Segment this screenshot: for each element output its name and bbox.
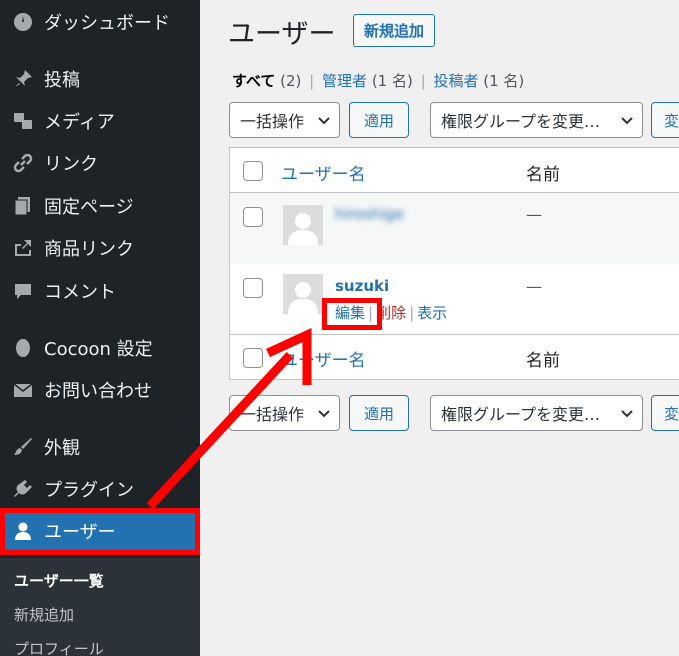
sidebar-item-label: コメント	[44, 282, 116, 303]
share-icon	[12, 237, 34, 259]
media-icon	[12, 110, 34, 132]
sidebar-item-media[interactable]: メディア	[0, 101, 200, 141]
sidebar-item-posts[interactable]: 投稿	[0, 59, 200, 99]
avatar	[283, 274, 323, 314]
chevron-down-icon	[621, 117, 633, 125]
page-title: ユーザー	[228, 19, 336, 50]
bulk-action-label: 一括操作	[240, 112, 305, 131]
admin-sidebar: ダッシュボード 投稿 メディア リンク 固定ページ 商品リンク コメント Coc…	[0, 0, 200, 656]
users-submenu: ユーザー一覧 新規追加 プロフィール	[0, 558, 200, 656]
sidebar-item-label: リンク	[44, 154, 98, 175]
apply-button-top[interactable]: 適用	[349, 102, 409, 138]
pin-icon	[12, 68, 34, 90]
sidebar-item-label: メディア	[44, 112, 115, 133]
brush-icon	[12, 436, 34, 458]
filter-all-count: (2)	[280, 72, 302, 90]
sidebar-item-pages[interactable]: 固定ページ	[0, 186, 200, 226]
row-checkbox[interactable]	[243, 278, 263, 298]
sidebar-item-product-links[interactable]: 商品リンク	[0, 228, 200, 268]
column-name-footer: 名前	[526, 351, 560, 371]
sidebar-item-label: 外観	[44, 438, 80, 459]
action-separator: |	[409, 304, 415, 322]
chevron-down-icon	[621, 410, 633, 418]
sidebar-item-cocoon-settings[interactable]: Cocoon 設定	[0, 328, 200, 368]
sidebar-item-contact[interactable]: お問い合わせ	[0, 370, 200, 410]
bulk-action-select-bottom[interactable]: 一括操作	[229, 395, 340, 431]
column-name-header: 名前	[526, 165, 560, 185]
name-cell: —	[526, 205, 542, 224]
link-icon	[12, 152, 34, 174]
table-row: suzuki 編集 | 削除 | 表示 —	[230, 264, 679, 335]
sidebar-item-label: プラグイン	[44, 480, 134, 501]
sidebar-item-links[interactable]: リンク	[0, 143, 200, 183]
filter-separator: |	[309, 72, 315, 90]
filter-all[interactable]: すべて	[232, 72, 275, 90]
column-username-footer[interactable]: ユーザー名	[281, 346, 366, 371]
avatar	[283, 205, 323, 245]
username-link[interactable]: suzuki	[335, 277, 389, 295]
column-username-header[interactable]: ユーザー名	[281, 160, 366, 185]
sidebar-item-label: Cocoon 設定	[44, 339, 153, 360]
table-header-row: ユーザー名 名前	[230, 148, 679, 193]
table-footer-row: ユーザー名 名前	[230, 336, 679, 381]
change-role-label: 権限グループを変更…	[441, 112, 601, 131]
mail-icon	[12, 379, 34, 401]
filter-separator: |	[420, 72, 426, 90]
submenu-all-users[interactable]: ユーザー一覧	[14, 570, 104, 591]
users-table: ユーザー名 名前 hiroshige — suzuki 編集 | 削除 | 表示 — ユ…	[229, 147, 679, 380]
sidebar-item-label: 商品リンク	[44, 239, 134, 260]
bulk-action-select-top[interactable]: 一括操作	[229, 102, 340, 138]
edit-link-highlight	[322, 298, 382, 330]
sidebar-item-appearance[interactable]: 外観	[0, 427, 200, 467]
change-role-label: 権限グループを変更…	[441, 405, 601, 424]
plugin-icon	[12, 478, 34, 500]
change-role-select-top[interactable]: 権限グループを変更…	[430, 102, 643, 138]
change-role-select-bottom[interactable]: 権限グループを変更…	[430, 395, 643, 431]
chevron-down-icon	[318, 410, 330, 418]
change-role-button-bottom[interactable]: 変	[651, 395, 679, 431]
add-new-button[interactable]: 新規追加	[353, 14, 436, 47]
select-all-checkbox[interactable]	[243, 348, 263, 368]
sidebar-item-plugins[interactable]: プラグイン	[0, 469, 200, 509]
select-all-checkbox[interactable]	[243, 161, 263, 181]
sidebar-item-comments[interactable]: コメント	[0, 271, 200, 311]
submenu-profile[interactable]: プロフィール	[14, 638, 104, 656]
table-row: hiroshige —	[230, 193, 679, 264]
name-cell: —	[526, 277, 542, 296]
filter-admin[interactable]: 管理者	[322, 72, 367, 90]
users-menu-highlight	[0, 508, 200, 555]
dashboard-icon	[12, 11, 34, 33]
role-filter-links: すべて (2) | 管理者 (1 名) | 投稿者 (1 名)	[232, 70, 524, 91]
sidebar-item-label: お問い合わせ	[44, 381, 152, 402]
bulk-action-label: 一括操作	[240, 405, 305, 424]
apply-button-bottom[interactable]: 適用	[349, 395, 409, 431]
sidebar-item-label: ダッシュボード	[44, 13, 170, 34]
sidebar-item-label: 固定ページ	[44, 197, 134, 218]
change-role-button-top[interactable]: 変	[651, 102, 679, 138]
chevron-down-icon	[318, 117, 330, 125]
sidebar-item-dashboard[interactable]: ダッシュボード	[0, 2, 200, 42]
comment-icon	[12, 280, 34, 302]
page-icon	[12, 195, 34, 217]
view-link[interactable]: 表示	[417, 304, 447, 322]
row-checkbox[interactable]	[243, 207, 263, 227]
filter-author-count: (1 名)	[483, 72, 525, 90]
filter-admin-count: (1 名)	[371, 72, 413, 90]
cocoon-icon	[12, 337, 34, 359]
filter-author[interactable]: 投稿者	[433, 72, 478, 90]
sidebar-item-label: 投稿	[44, 70, 80, 91]
username-link[interactable]: hiroshige	[335, 205, 404, 223]
submenu-add-new[interactable]: 新規追加	[14, 604, 74, 625]
